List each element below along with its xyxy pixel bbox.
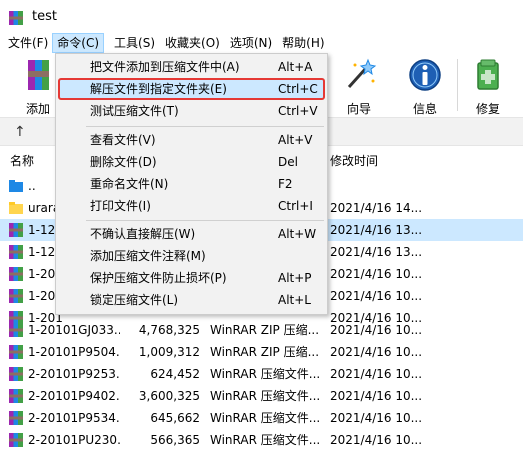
file-type: WinRAR 压缩文件...: [210, 389, 321, 403]
file-modified: 2021/4/16 10...: [330, 367, 423, 381]
file-name: 2-20101P9402...: [28, 389, 120, 403]
toolbar-separator: [457, 59, 458, 111]
file-name: 1-20101P9504...: [28, 345, 120, 359]
title-bar: test: [0, 0, 523, 33]
menu-item-rename-file[interactable]: 重命名文件(N) F2: [58, 173, 325, 195]
file-modified: 2021/4/16 10...: [330, 411, 423, 425]
up-folder-icon[interactable]: ↑: [14, 124, 26, 140]
table-row[interactable]: 2-20101PU230... 566,365 WinRAR 压缩文件... 2…: [0, 429, 523, 451]
file-name: 2-20101PU230...: [28, 433, 120, 447]
file-size: 566,365: [150, 433, 200, 447]
menu-item-add-to-archive[interactable]: 把文件添加到压缩文件中(A) Alt+A: [58, 56, 325, 78]
menu-file[interactable]: 文件(F): [0, 33, 52, 53]
menu-item-add-comment[interactable]: 添加压缩文件注释(M): [58, 245, 325, 267]
table-row[interactable]: 2-20101P9402... 3,600,325 WinRAR 压缩文件...…: [0, 385, 523, 407]
file-modified: 2021/4/16 14...: [330, 201, 423, 215]
menu-commands[interactable]: 命令(C): [52, 33, 105, 53]
rar-file-icon: [9, 433, 23, 447]
table-row[interactable]: 1-20101GJ033... 4,768,325 WinRAR ZIP 压缩.…: [0, 319, 523, 341]
commands-menu: 把文件添加到压缩文件中(A) Alt+A 解压文件到指定文件夹(E) Ctrl+…: [55, 53, 328, 315]
file-modified: 2021/4/16 10...: [330, 389, 423, 403]
file-name: 2-20101P9253...: [28, 367, 120, 381]
file-modified: 2021/4/16 13...: [330, 245, 423, 259]
file-type: WinRAR ZIP 压缩...: [210, 345, 320, 359]
file-modified: 2021/4/16 13...: [330, 223, 423, 237]
info-label: 信息: [412, 102, 437, 116]
menu-item-delete-file[interactable]: 删除文件(D) Del: [58, 151, 325, 173]
rar-file-icon: [9, 367, 23, 381]
winrar-app-icon: [9, 11, 23, 25]
menu-item-extract-without-confirm[interactable]: 不确认直接解压(W) Alt+W: [58, 223, 325, 245]
info-icon: [409, 59, 441, 91]
file-modified: 2021/4/16 10...: [330, 289, 423, 303]
file-size: 645,662: [150, 411, 200, 425]
parent-folder-icon: [9, 180, 23, 192]
repair-label: 修复: [475, 102, 500, 116]
info-button[interactable]: 信息: [401, 57, 449, 116]
rar-file-icon: [9, 389, 23, 403]
file-type: WinRAR 压缩文件...: [210, 433, 321, 447]
wizard-button[interactable]: 向导: [335, 57, 383, 116]
rar-file-icon: [9, 411, 23, 425]
zip-file-icon: [9, 323, 23, 337]
column-modified[interactable]: 修改时间: [330, 148, 378, 174]
wizard-label: 向导: [346, 102, 371, 116]
column-name[interactable]: 名称: [10, 148, 34, 174]
file-modified: 2021/4/16 10...: [330, 323, 423, 337]
menu-bar: 文件(F) 命令(C) 工具(S) 收藏夹(O) 选项(N) 帮助(H): [0, 33, 523, 53]
menu-separator: [86, 220, 324, 221]
rar-file-icon: [9, 289, 23, 303]
file-size: 1,009,312: [138, 345, 200, 359]
file-name: ..: [28, 179, 36, 193]
rar-file-icon: [9, 267, 23, 281]
file-modified: 2021/4/16 10...: [330, 345, 423, 359]
menu-favorites[interactable]: 收藏夹(O): [161, 33, 224, 53]
table-row[interactable]: 2-20101P9253... 624,452 WinRAR 压缩文件... 2…: [0, 363, 523, 385]
menu-help[interactable]: 帮助(H): [278, 33, 328, 53]
menu-tools[interactable]: 工具(S): [110, 33, 159, 53]
file-size: 624,452: [150, 367, 200, 381]
menu-item-test-archive[interactable]: 测试压缩文件(T) Ctrl+V: [58, 100, 325, 122]
repair-kit-icon: [477, 59, 499, 90]
file-name: 2-20101P9534...: [28, 411, 120, 425]
menu-item-view-file[interactable]: 查看文件(V) Alt+V: [58, 129, 325, 151]
window-title: test: [32, 9, 57, 24]
table-row[interactable]: 1-20101P9504... 1,009,312 WinRAR ZIP 压缩.…: [0, 341, 523, 363]
file-modified: 2021/4/16 10...: [330, 267, 423, 281]
menu-item-lock-archive[interactable]: 锁定压缩文件(L) Alt+L: [58, 289, 325, 311]
rar-file-icon: [9, 223, 23, 237]
file-type: WinRAR ZIP 压缩...: [210, 323, 320, 337]
zip-file-icon: [9, 345, 23, 359]
file-type: WinRAR 压缩文件...: [210, 367, 321, 381]
table-row[interactable]: 2-20101P9534... 645,662 WinRAR 压缩文件... 2…: [0, 407, 523, 429]
winrar-window: test 文件(F) 命令(C) 工具(S) 收藏夹(O) 选项(N) 帮助(H…: [0, 0, 523, 471]
folder-icon: [9, 202, 23, 214]
file-modified: 2021/4/16 10...: [330, 433, 423, 447]
menu-separator: [86, 126, 324, 127]
repair-button[interactable]: 修复: [464, 57, 512, 116]
file-size: 3,600,325: [138, 389, 200, 403]
file-size: 4,768,325: [138, 323, 200, 337]
add-archive-icon: [28, 60, 49, 90]
file-type: WinRAR 压缩文件...: [210, 411, 321, 425]
menu-options[interactable]: 选项(N): [226, 33, 276, 53]
file-name: 1-20101GJ033...: [28, 323, 120, 337]
menu-item-print-file[interactable]: 打印文件(I) Ctrl+I: [58, 195, 325, 217]
wizard-wand-icon: [347, 58, 377, 89]
menu-item-protect-archive[interactable]: 保护压缩文件防止损坏(P) Alt+P: [58, 267, 325, 289]
menu-item-extract-to-folder[interactable]: 解压文件到指定文件夹(E) Ctrl+C: [58, 78, 325, 100]
rar-file-icon: [9, 245, 23, 259]
